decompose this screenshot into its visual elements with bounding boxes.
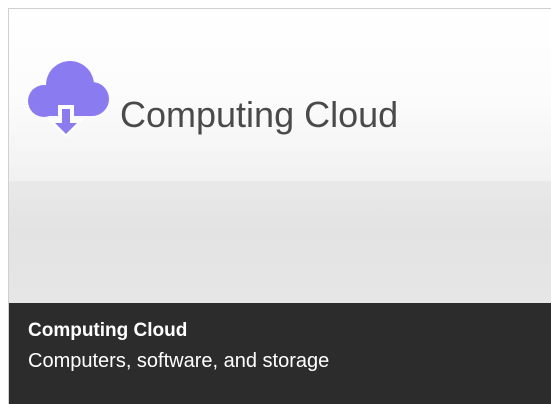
tile-title: Computing Cloud bbox=[120, 94, 399, 135]
tile-footer: Computing Cloud Computers, software, and… bbox=[9, 303, 551, 404]
computing-cloud-tile[interactable]: Computing Cloud Computing Cloud Computer… bbox=[8, 8, 551, 404]
footer-title: Computing Cloud bbox=[28, 320, 188, 341]
footer-description: Computers, software, and storage bbox=[28, 350, 330, 372]
tile-band bbox=[9, 181, 551, 303]
cloud-download-icon bbox=[24, 55, 110, 141]
tile-header: Computing Cloud bbox=[9, 9, 551, 181]
